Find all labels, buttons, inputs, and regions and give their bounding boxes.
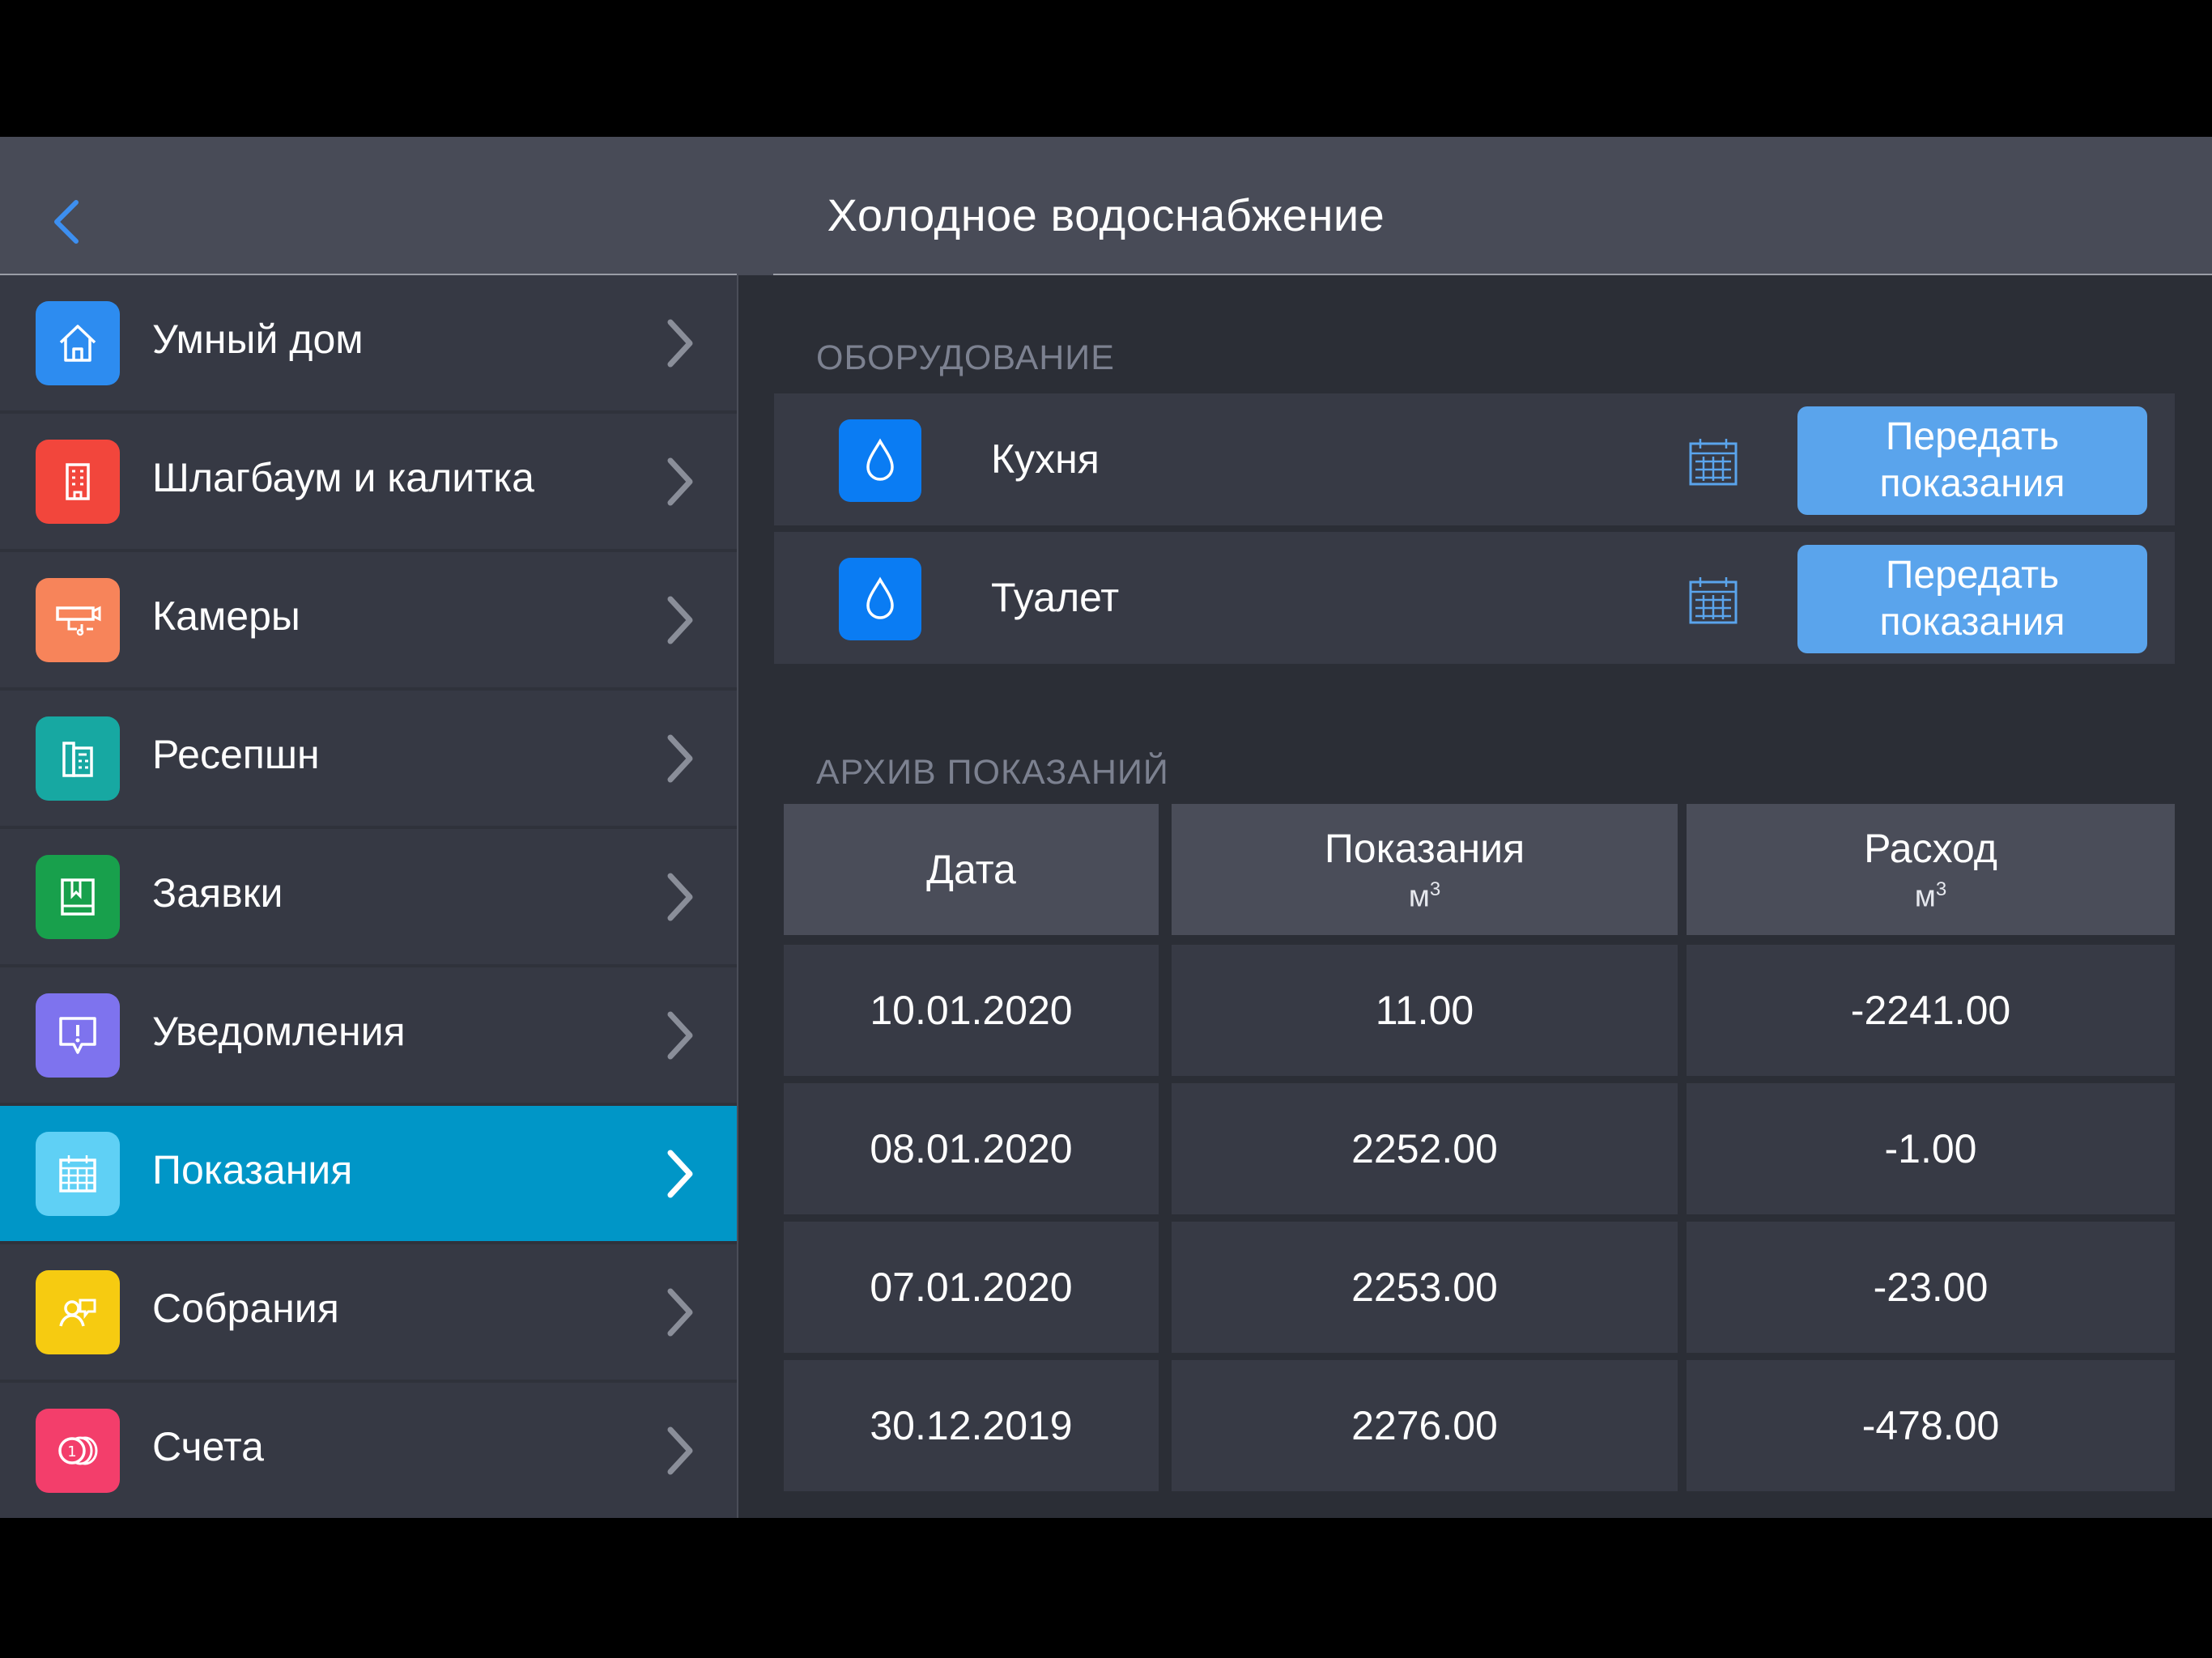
navigation-bar: Холодное водоснабжение — [0, 137, 2212, 274]
sidebar-item-cameras[interactable]: Камеры — [0, 552, 737, 687]
water-drop-icon — [839, 558, 921, 640]
table-cell-consumption: -478.00 — [1687, 1360, 2175, 1491]
table-cell-consumption: -23.00 — [1687, 1222, 2175, 1353]
sidebar-item-requests[interactable]: Заявки — [0, 829, 737, 964]
table-cell-consumption: -1.00 — [1687, 1083, 2175, 1214]
equipment-name: Кухня — [991, 436, 1100, 482]
equipment-row: Кухня Передать показания — [774, 393, 2175, 525]
equipment-row: Туалет Передать показания — [774, 532, 2175, 664]
table-cell-reading: 2253.00 — [1172, 1222, 1678, 1353]
calendar-icon — [36, 1132, 120, 1216]
table-cell-reading: 11.00 — [1172, 945, 1678, 1076]
sidebar-item-label: Заявки — [152, 870, 283, 916]
book-icon — [36, 855, 120, 939]
sidebar-item-label: Ресепшн — [152, 732, 320, 777]
coins-icon: 1 — [36, 1409, 120, 1493]
chevron-right-icon — [667, 1011, 693, 1060]
equipment-section-label: ОБОРУДОВАНИЕ — [816, 338, 1115, 377]
calendar-icon[interactable] — [1687, 574, 1739, 626]
chevron-right-icon — [667, 1150, 693, 1198]
sidebar-item-notifications[interactable]: Уведомления — [0, 967, 737, 1103]
submit-readings-button[interactable]: Передать показания — [1797, 545, 2147, 653]
sidebar-item-meetings[interactable]: Собрания — [0, 1244, 737, 1380]
table-cell-reading: 2252.00 — [1172, 1083, 1678, 1214]
sidebar-menu: Умный дом Шлагбаум и калитка Камеры Ресе… — [0, 275, 738, 1518]
sidebar-item-barrier-gate[interactable]: Шлагбаум и калитка — [0, 414, 737, 549]
notification-icon — [36, 993, 120, 1078]
calendar-icon[interactable] — [1687, 436, 1739, 487]
building-icon — [36, 440, 120, 524]
chevron-right-icon — [667, 873, 693, 921]
sidebar-item-reception[interactable]: Ресепшн — [0, 691, 737, 826]
meeting-icon — [36, 1270, 120, 1354]
chevron-right-icon — [667, 734, 693, 783]
sidebar-item-label: Показания — [152, 1147, 353, 1192]
sidebar-item-smart-home[interactable]: Умный дом — [0, 275, 737, 410]
sidebar-item-readings[interactable]: Показания — [0, 1106, 737, 1241]
table-cell-date: 08.01.2020 — [784, 1083, 1159, 1214]
reception-icon — [36, 716, 120, 801]
chevron-right-icon — [667, 1288, 693, 1337]
table-cell-reading: 2276.00 — [1172, 1360, 1678, 1491]
table-cell-date: 10.01.2020 — [784, 945, 1159, 1076]
svg-text:1: 1 — [67, 1443, 76, 1460]
chevron-right-icon — [667, 457, 693, 506]
sidebar-item-label: Уведомления — [152, 1009, 406, 1054]
sidebar-item-label: Счета — [152, 1424, 264, 1469]
submit-readings-button[interactable]: Передать показания — [1797, 406, 2147, 515]
sidebar-item-label: Умный дом — [152, 317, 364, 362]
main-content: ОБОРУДОВАНИЕ Кухня Передать показания Туа… — [738, 275, 2212, 1518]
column-header-consumption: Расход м3 — [1687, 804, 2175, 935]
page-title: Холодное водоснабжение — [827, 189, 1385, 240]
camera-icon — [36, 578, 120, 662]
chevron-right-icon — [667, 319, 693, 368]
column-header-readings: Показания м3 — [1172, 804, 1678, 935]
water-drop-icon — [839, 419, 921, 502]
table-cell-consumption: -2241.00 — [1687, 945, 2175, 1076]
app-screen: Холодное водоснабжение Умный дом Шлагбау… — [0, 137, 2212, 1518]
archive-section-label: АРХИВ ПОКАЗАНИЙ — [816, 753, 1169, 792]
sidebar-item-label: Шлагбаум и калитка — [152, 455, 534, 500]
sidebar-item-bills[interactable]: 1 Счета — [0, 1383, 737, 1518]
chevron-right-icon — [667, 1426, 693, 1475]
sidebar-item-label: Камеры — [152, 593, 300, 639]
sidebar-item-label: Собрания — [152, 1286, 339, 1331]
table-cell-date: 07.01.2020 — [784, 1222, 1159, 1353]
column-header-date: Дата — [784, 804, 1159, 935]
chevron-right-icon — [667, 596, 693, 644]
equipment-name: Туалет — [991, 575, 1120, 620]
table-cell-date: 30.12.2019 — [784, 1360, 1159, 1491]
smart-home-icon — [36, 301, 120, 385]
